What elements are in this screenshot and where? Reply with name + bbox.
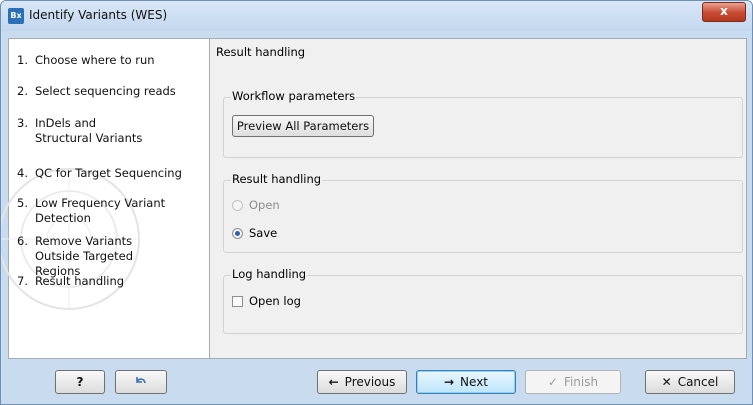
open-log-label: Open log [249,294,301,308]
wizard-steps: 1. Choose where to run 2. Select sequencin… [1,39,210,358]
title-bar[interactable]: Bx Identify Variants (WES) x [1,1,752,31]
previous-button[interactable]: ← Previous [317,370,407,394]
finish-button[interactable]: ✓ Finish [525,370,621,394]
open-log-checkbox[interactable]: Open log [232,294,301,308]
result-handling-group: Result handling Open Save [223,172,743,253]
close-button[interactable]: x [702,2,746,22]
group-label: Workflow parameters [231,89,357,103]
cancel-button[interactable]: ✕ Cancel [645,370,735,394]
radio-selected-icon [232,227,243,239]
checkbox-icon [232,295,243,307]
step-item: 2. Select sequencing reads [17,84,176,98]
group-label: Log handling [231,267,308,281]
app-icon: Bx [8,8,24,24]
finish-label: Finish [563,375,599,389]
reset-button[interactable] [115,370,167,394]
open-radio-label: Open [249,198,280,212]
previous-label: Previous [344,375,396,389]
help-button[interactable]: ? [55,370,105,394]
dialog-body: 1. Choose where to run 2. Select sequencin… [1,38,747,359]
section-title: Result handling [216,45,306,59]
workflow-parameters-group: Workflow parameters Preview All Paramete… [223,89,743,158]
check-icon: ✓ [547,375,558,389]
radio-icon [232,199,243,211]
next-label: Next [460,375,489,389]
next-button[interactable]: → Next [416,370,516,394]
cancel-x-icon: ✕ [661,375,672,389]
save-radio[interactable]: Save [232,226,277,240]
step-item: 6. Remove Variants Outside Targeted Regio… [17,234,134,278]
main-panel: Result handling Workflow parameters Prev… [210,39,746,358]
window-title: Identify Variants (WES) [29,8,168,22]
dialog-window: Bx Identify Variants (WES) x 1. Choose wh… [0,0,753,405]
cancel-label: Cancel [677,375,719,389]
step-item: 3. InDels and Structural Variants [17,116,143,145]
reset-arrow-icon [136,377,146,384]
step-item: 5. Low Frequency Variant Detection [17,196,166,225]
open-radio[interactable]: Open [232,198,280,212]
log-handling-group: Log handling Open log [223,267,743,334]
save-radio-label: Save [249,226,278,240]
preview-all-parameters-button[interactable]: Preview All Parameters [232,115,374,137]
step-item-current: 7. Result handling [17,274,125,288]
arrow-left-icon: ← [328,375,339,389]
step-item: 4. QC for Target Sequencing [17,166,182,180]
step-item: 1. Choose where to run [17,53,155,67]
group-label: Result handling [231,172,323,186]
arrow-right-icon: → [443,375,455,389]
